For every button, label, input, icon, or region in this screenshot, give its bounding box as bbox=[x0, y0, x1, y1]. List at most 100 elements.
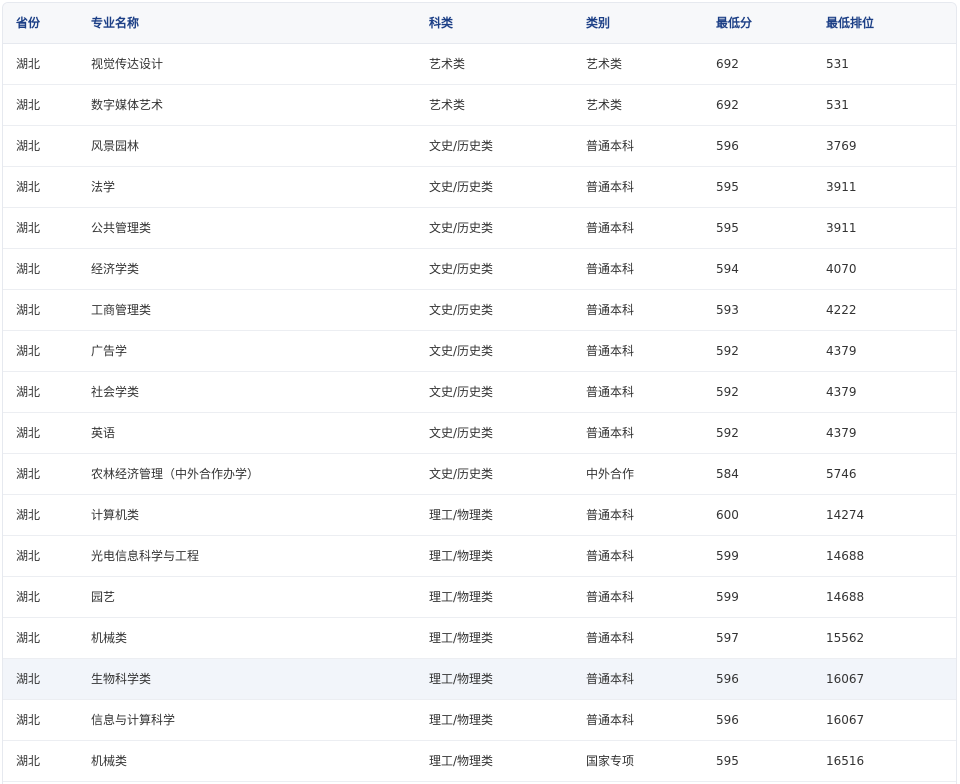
province-cell: 湖北 bbox=[3, 330, 91, 372]
province-cell: 湖北 bbox=[3, 494, 91, 536]
admission-scores-table: 省份 专业名称 科类 类别 最低分 最低排位 湖北 视觉传达设计 艺术类 艺术类 692… bbox=[3, 3, 956, 782]
column-header-min-score[interactable]: 最低分 bbox=[716, 3, 826, 44]
major-name-cell: 信息与计算科学 bbox=[91, 699, 429, 741]
min-rank-cell: 531 bbox=[826, 43, 956, 85]
subject-category-cell: 文史/历史类 bbox=[429, 248, 586, 290]
subject-category-cell: 艺术类 bbox=[429, 84, 586, 126]
table-row[interactable]: 湖北 法学 文史/历史类 普通本科 595 3911 bbox=[3, 166, 956, 208]
province-cell: 湖北 bbox=[3, 740, 91, 782]
table-row[interactable]: 湖北 视觉传达设计 艺术类 艺术类 692 531 bbox=[3, 43, 956, 85]
program-type-cell: 普通本科 bbox=[586, 330, 716, 372]
major-name-cell: 公共管理类 bbox=[91, 207, 429, 249]
major-name-cell: 风景园林 bbox=[91, 125, 429, 167]
subject-category-cell: 理工/物理类 bbox=[429, 617, 586, 659]
program-type-cell: 普通本科 bbox=[586, 658, 716, 700]
min-rank-cell: 4379 bbox=[826, 330, 956, 372]
column-header-province[interactable]: 省份 bbox=[3, 3, 91, 44]
major-name-cell: 机械类 bbox=[91, 617, 429, 659]
table-row[interactable]: 湖北 光电信息科学与工程 理工/物理类 普通本科 599 14688 bbox=[3, 535, 956, 577]
subject-category-cell: 理工/物理类 bbox=[429, 535, 586, 577]
min-score-cell: 596 bbox=[716, 658, 826, 700]
province-cell: 湖北 bbox=[3, 412, 91, 454]
province-cell: 湖北 bbox=[3, 371, 91, 413]
min-rank-cell: 4379 bbox=[826, 371, 956, 413]
program-type-cell: 普通本科 bbox=[586, 494, 716, 536]
province-cell: 湖北 bbox=[3, 699, 91, 741]
min-score-cell: 594 bbox=[716, 248, 826, 290]
major-name-cell: 园艺 bbox=[91, 576, 429, 618]
min-score-cell: 599 bbox=[716, 535, 826, 577]
column-header-subject-category[interactable]: 科类 bbox=[429, 3, 586, 44]
program-type-cell: 普通本科 bbox=[586, 412, 716, 454]
min-rank-cell: 15562 bbox=[826, 617, 956, 659]
major-name-cell: 英语 bbox=[91, 412, 429, 454]
program-type-cell: 普通本科 bbox=[586, 289, 716, 331]
min-rank-cell: 5746 bbox=[826, 453, 956, 495]
min-rank-cell: 3911 bbox=[826, 207, 956, 249]
subject-category-cell: 文史/历史类 bbox=[429, 330, 586, 372]
min-rank-cell: 4070 bbox=[826, 248, 956, 290]
min-score-cell: 592 bbox=[716, 412, 826, 454]
admission-scores-table-container: 省份 专业名称 科类 类别 最低分 最低排位 湖北 视觉传达设计 艺术类 艺术类 692… bbox=[2, 2, 957, 784]
table-row[interactable]: 湖北 数字媒体艺术 艺术类 艺术类 692 531 bbox=[3, 84, 956, 126]
subject-category-cell: 文史/历史类 bbox=[429, 453, 586, 495]
table-row[interactable]: 湖北 计算机类 理工/物理类 普通本科 600 14274 bbox=[3, 494, 956, 536]
province-cell: 湖北 bbox=[3, 43, 91, 85]
table-row[interactable]: 湖北 工商管理类 文史/历史类 普通本科 593 4222 bbox=[3, 289, 956, 331]
column-header-program-type[interactable]: 类别 bbox=[586, 3, 716, 44]
program-type-cell: 普通本科 bbox=[586, 617, 716, 659]
major-name-cell: 广告学 bbox=[91, 330, 429, 372]
min-score-cell: 692 bbox=[716, 43, 826, 85]
table-row[interactable]: 湖北 风景园林 文史/历史类 普通本科 596 3769 bbox=[3, 125, 956, 167]
min-score-cell: 595 bbox=[716, 740, 826, 782]
program-type-cell: 普通本科 bbox=[586, 125, 716, 167]
table-row[interactable]: 湖北 生物科学类 理工/物理类 普通本科 596 16067 bbox=[3, 658, 956, 700]
min-rank-cell: 14274 bbox=[826, 494, 956, 536]
min-rank-cell: 4379 bbox=[826, 412, 956, 454]
major-name-cell: 工商管理类 bbox=[91, 289, 429, 331]
province-cell: 湖北 bbox=[3, 207, 91, 249]
min-rank-cell: 14688 bbox=[826, 535, 956, 577]
min-score-cell: 595 bbox=[716, 166, 826, 208]
table-row[interactable]: 湖北 机械类 理工/物理类 普通本科 597 15562 bbox=[3, 617, 956, 659]
subject-category-cell: 理工/物理类 bbox=[429, 576, 586, 618]
subject-category-cell: 理工/物理类 bbox=[429, 494, 586, 536]
program-type-cell: 艺术类 bbox=[586, 84, 716, 126]
province-cell: 湖北 bbox=[3, 248, 91, 290]
table-row[interactable]: 湖北 农林经济管理（中外合作办学） 文史/历史类 中外合作 584 5746 bbox=[3, 453, 956, 495]
min-rank-cell: 4222 bbox=[826, 289, 956, 331]
major-name-cell: 计算机类 bbox=[91, 494, 429, 536]
min-score-cell: 600 bbox=[716, 494, 826, 536]
column-header-major-name[interactable]: 专业名称 bbox=[91, 3, 429, 44]
min-score-cell: 599 bbox=[716, 576, 826, 618]
subject-category-cell: 文史/历史类 bbox=[429, 289, 586, 331]
major-name-cell: 生物科学类 bbox=[91, 658, 429, 700]
table-row[interactable]: 湖北 广告学 文史/历史类 普通本科 592 4379 bbox=[3, 330, 956, 372]
subject-category-cell: 理工/物理类 bbox=[429, 740, 586, 782]
subject-category-cell: 文史/历史类 bbox=[429, 125, 586, 167]
major-name-cell: 经济学类 bbox=[91, 248, 429, 290]
column-header-min-rank[interactable]: 最低排位 bbox=[826, 3, 956, 44]
table-row[interactable]: 湖北 园艺 理工/物理类 普通本科 599 14688 bbox=[3, 576, 956, 618]
table-row[interactable]: 湖北 经济学类 文史/历史类 普通本科 594 4070 bbox=[3, 248, 956, 290]
major-name-cell: 视觉传达设计 bbox=[91, 43, 429, 85]
min-rank-cell: 16067 bbox=[826, 658, 956, 700]
program-type-cell: 普通本科 bbox=[586, 248, 716, 290]
province-cell: 湖北 bbox=[3, 84, 91, 126]
subject-category-cell: 文史/历史类 bbox=[429, 207, 586, 249]
table-row[interactable]: 湖北 公共管理类 文史/历史类 普通本科 595 3911 bbox=[3, 207, 956, 249]
province-cell: 湖北 bbox=[3, 535, 91, 577]
major-name-cell: 农林经济管理（中外合作办学） bbox=[91, 453, 429, 495]
table-header-row: 省份 专业名称 科类 类别 最低分 最低排位 bbox=[3, 3, 956, 44]
province-cell: 湖北 bbox=[3, 576, 91, 618]
table-row[interactable]: 湖北 机械类 理工/物理类 国家专项 595 16516 bbox=[3, 740, 956, 782]
province-cell: 湖北 bbox=[3, 289, 91, 331]
table-row[interactable]: 湖北 社会学类 文史/历史类 普通本科 592 4379 bbox=[3, 371, 956, 413]
program-type-cell: 艺术类 bbox=[586, 43, 716, 85]
table-row[interactable]: 湖北 信息与计算科学 理工/物理类 普通本科 596 16067 bbox=[3, 699, 956, 741]
subject-category-cell: 理工/物理类 bbox=[429, 699, 586, 741]
table-body: 湖北 视觉传达设计 艺术类 艺术类 692 531 湖北 数字媒体艺术 艺术类 艺术类 692 531… bbox=[3, 43, 956, 782]
table-header: 省份 专业名称 科类 类别 最低分 最低排位 bbox=[3, 3, 956, 44]
min-rank-cell: 16516 bbox=[826, 740, 956, 782]
table-row[interactable]: 湖北 英语 文史/历史类 普通本科 592 4379 bbox=[3, 412, 956, 454]
